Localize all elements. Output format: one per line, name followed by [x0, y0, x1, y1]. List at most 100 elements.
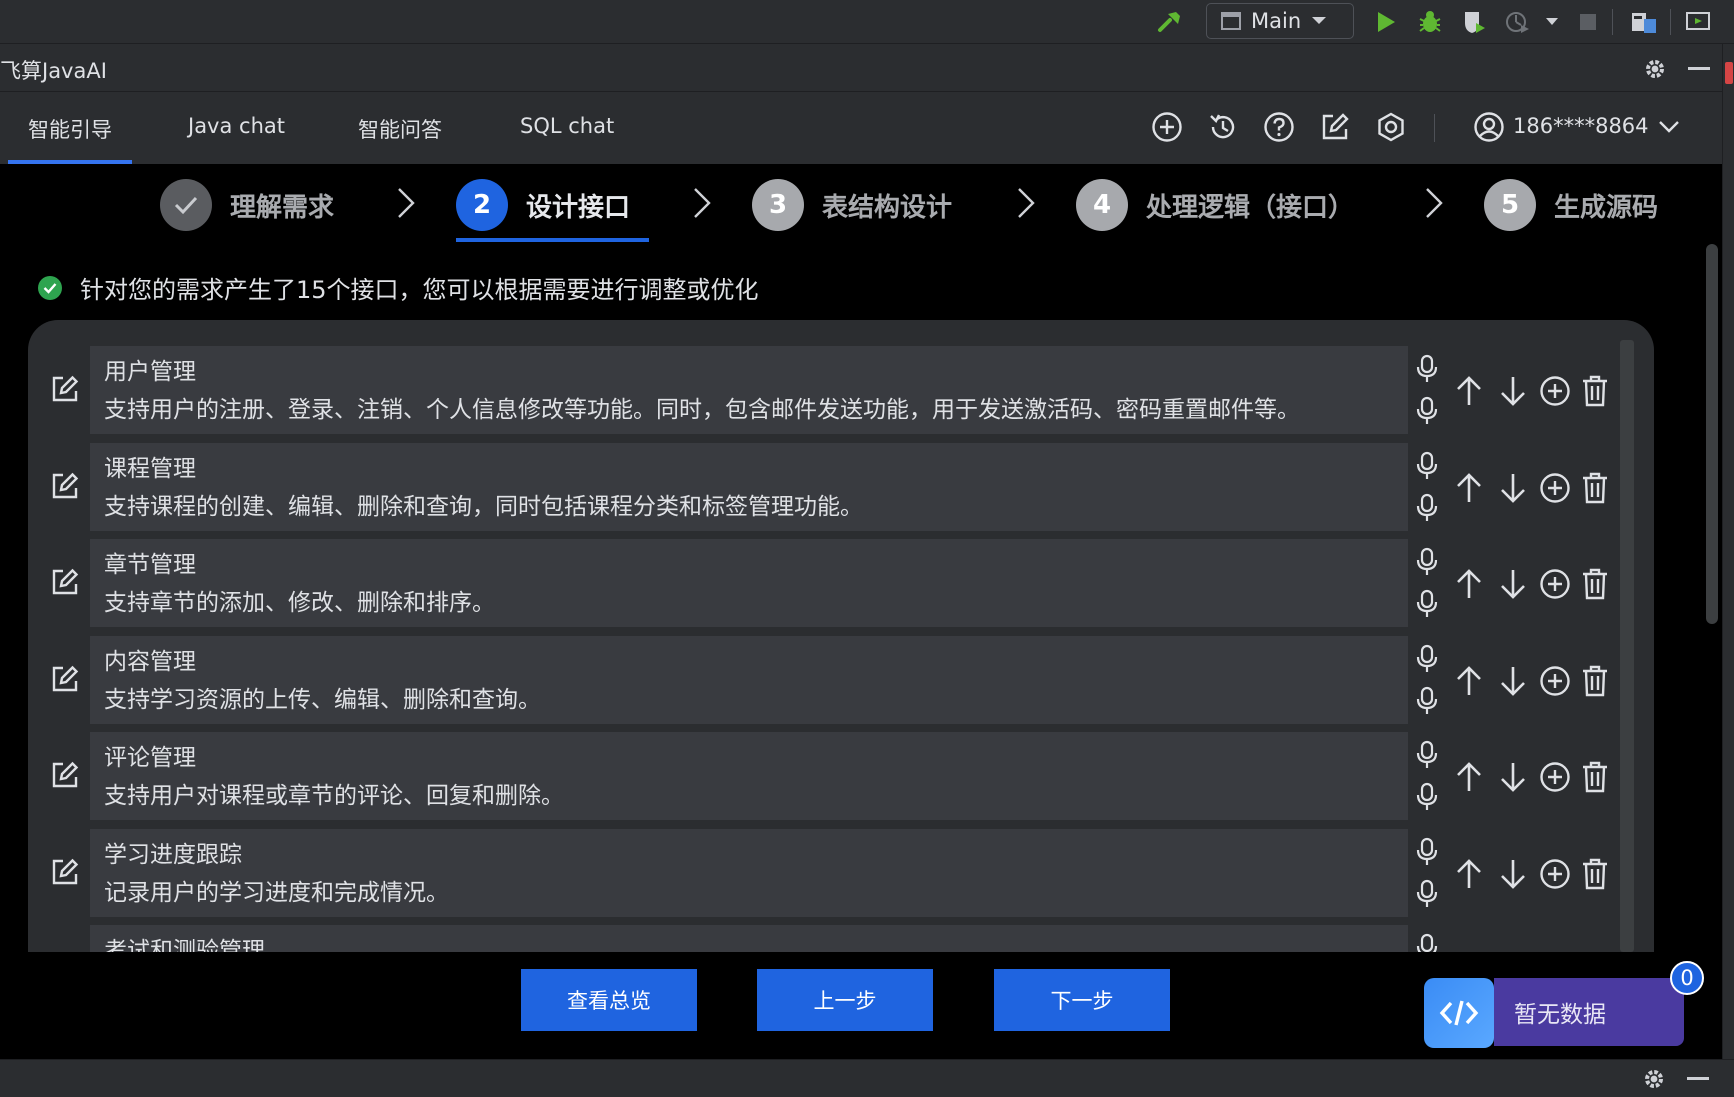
- add-icon[interactable]: [1536, 372, 1574, 410]
- microphone-icon[interactable]: [1412, 780, 1442, 814]
- microphone-icon[interactable]: [1412, 545, 1442, 579]
- step-5[interactable]: 5 生成源码: [1484, 174, 1658, 236]
- message-text: 针对您的需求产生了15个接口，您可以根据需要进行调整或优化: [80, 276, 759, 304]
- user-phone[interactable]: 186****8864: [1513, 114, 1649, 138]
- edit-icon[interactable]: [46, 467, 84, 505]
- delete-icon[interactable]: [1576, 372, 1614, 410]
- add-icon[interactable]: [1536, 565, 1574, 603]
- view-overview-button[interactable]: 查看总览: [521, 969, 697, 1031]
- move-up-icon[interactable]: [1450, 951, 1488, 952]
- next-step-button[interactable]: 下一步: [994, 969, 1170, 1031]
- interface-card[interactable]: 章节管理 支持章节的添加、修改、删除和排序。: [90, 539, 1408, 627]
- edit-icon[interactable]: [1316, 108, 1354, 146]
- step-1[interactable]: 理解需求: [160, 174, 334, 236]
- interface-card[interactable]: 学习进度跟踪 记录用户的学习进度和完成情况。: [90, 828, 1408, 917]
- interface-card[interactable]: 课程管理 支持课程的创建、编辑、删除和查询，同时包括课程分类和标签管理功能。: [90, 442, 1408, 531]
- tab-label: SQL chat: [520, 114, 615, 138]
- add-icon[interactable]: [1536, 758, 1574, 796]
- tab-smart-qa[interactable]: 智能问答: [358, 92, 442, 164]
- move-down-icon[interactable]: [1494, 565, 1532, 603]
- move-down-icon[interactable]: [1494, 855, 1532, 893]
- toolbar-divider: [1670, 9, 1671, 35]
- edit-icon[interactable]: [46, 853, 84, 891]
- notification-marker[interactable]: [1725, 62, 1733, 84]
- history-icon[interactable]: [1204, 108, 1242, 146]
- edit-icon[interactable]: [46, 949, 84, 952]
- delete-icon[interactable]: [1576, 951, 1614, 952]
- previous-step-button[interactable]: 上一步: [757, 969, 933, 1031]
- minimize-icon[interactable]: [1684, 54, 1714, 84]
- edit-icon[interactable]: [46, 370, 84, 408]
- move-up-icon[interactable]: [1450, 855, 1488, 893]
- profile-icon[interactable]: [1502, 6, 1534, 38]
- microphone-icon[interactable]: [1412, 352, 1442, 386]
- run-dropdown-chevron-icon[interactable]: [1536, 6, 1568, 38]
- add-icon[interactable]: [1536, 469, 1574, 507]
- edit-icon[interactable]: [46, 563, 84, 601]
- delete-icon[interactable]: [1576, 758, 1614, 796]
- project-structure-icon[interactable]: [1628, 6, 1660, 38]
- add-icon[interactable]: [1536, 662, 1574, 700]
- gear-icon[interactable]: [1640, 54, 1670, 84]
- tab-smart-guide[interactable]: 智能引导: [8, 92, 132, 164]
- settings-hexagon-icon[interactable]: [1372, 108, 1410, 146]
- microphone-icon[interactable]: [1412, 394, 1442, 428]
- coverage-icon[interactable]: [1458, 6, 1490, 38]
- microphone-icon[interactable]: [1412, 449, 1442, 483]
- move-up-icon[interactable]: [1450, 662, 1488, 700]
- delete-icon[interactable]: [1576, 565, 1614, 603]
- gear-icon[interactable]: [1640, 1065, 1668, 1093]
- interface-card[interactable]: 内容管理 支持学习资源的上传、编辑、删除和查询。: [90, 635, 1408, 724]
- code-widget[interactable]: 暂无数据: [1424, 978, 1684, 1048]
- new-chat-icon[interactable]: [1148, 108, 1186, 146]
- move-down-icon[interactable]: [1494, 662, 1532, 700]
- microphone-icon[interactable]: [1412, 835, 1442, 869]
- move-down-icon[interactable]: [1494, 372, 1532, 410]
- microphone-icon[interactable]: [1412, 931, 1442, 952]
- delete-icon[interactable]: [1576, 662, 1614, 700]
- step-label: 设计接口: [526, 192, 631, 223]
- microphone-icon[interactable]: [1412, 684, 1442, 718]
- step-4[interactable]: 4 处理逻辑（接口）: [1076, 174, 1354, 236]
- run-icon[interactable]: [1370, 6, 1402, 38]
- step-2[interactable]: 2 设计接口: [456, 174, 630, 236]
- debug-icon[interactable]: [1414, 6, 1446, 38]
- delete-icon[interactable]: [1576, 855, 1614, 893]
- step-number: 5: [1484, 179, 1536, 231]
- move-up-icon[interactable]: [1450, 758, 1488, 796]
- move-down-icon[interactable]: [1494, 951, 1532, 952]
- avatar-icon[interactable]: [1470, 108, 1508, 146]
- step-3[interactable]: 3 表结构设计: [752, 174, 952, 236]
- help-icon[interactable]: [1260, 108, 1298, 146]
- move-up-icon[interactable]: [1450, 372, 1488, 410]
- presentation-icon[interactable]: [1682, 6, 1714, 38]
- list-scrollbar[interactable]: [1620, 340, 1634, 952]
- add-icon[interactable]: [1536, 951, 1574, 952]
- move-up-icon[interactable]: [1450, 565, 1488, 603]
- plugin-title: 飞算JavaAI: [0, 59, 107, 83]
- move-down-icon[interactable]: [1494, 758, 1532, 796]
- stop-icon[interactable]: [1572, 6, 1604, 38]
- edit-icon[interactable]: [46, 660, 84, 698]
- add-icon[interactable]: [1536, 855, 1574, 893]
- interface-card[interactable]: 评论管理 支持用户对课程或章节的评论、回复和删除。: [90, 732, 1408, 820]
- move-down-icon[interactable]: [1494, 469, 1532, 507]
- build-hammer-icon[interactable]: [1154, 6, 1186, 38]
- interface-card[interactable]: 考试和测验管理: [90, 925, 1408, 952]
- run-config-selector[interactable]: Main: [1206, 3, 1354, 39]
- tab-java-chat[interactable]: Java chat: [188, 92, 285, 164]
- interface-card[interactable]: 用户管理 支持用户的注册、登录、注销、个人信息修改等功能。同时，包含邮件发送功能，…: [90, 346, 1408, 434]
- microphone-icon[interactable]: [1412, 491, 1442, 525]
- microphone-icon[interactable]: [1412, 877, 1442, 911]
- chevron-down-icon[interactable]: [1650, 108, 1688, 146]
- microphone-icon[interactable]: [1412, 642, 1442, 676]
- tab-sql-chat[interactable]: SQL chat: [520, 92, 614, 164]
- delete-icon[interactable]: [1576, 469, 1614, 507]
- outer-scrollbar[interactable]: [1706, 244, 1718, 624]
- edit-icon[interactable]: [46, 756, 84, 794]
- minimize-icon[interactable]: [1684, 1065, 1712, 1093]
- microphone-icon[interactable]: [1412, 738, 1442, 772]
- microphone-icon[interactable]: [1412, 587, 1442, 621]
- interface-title: 用户管理: [104, 359, 196, 385]
- move-up-icon[interactable]: [1450, 469, 1488, 507]
